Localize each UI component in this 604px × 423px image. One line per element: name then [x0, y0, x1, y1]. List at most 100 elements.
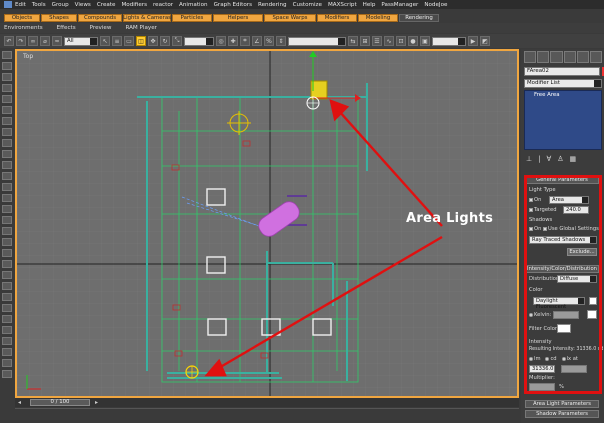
track-bar[interactable]: [15, 408, 519, 423]
tool-icon[interactable]: [2, 370, 12, 378]
remove-modifier-icon[interactable]: ♙: [557, 155, 563, 164]
tool-icon[interactable]: [2, 62, 12, 70]
render-type-dropdown[interactable]: [432, 36, 466, 46]
shadows-on-check-icon[interactable]: [529, 226, 533, 231]
tool-icon[interactable]: [2, 293, 12, 301]
tab-modeling[interactable]: Modeling: [358, 14, 398, 22]
tool-icon[interactable]: [2, 337, 12, 345]
pin-stack-icon[interactable]: ⊥: [526, 155, 532, 164]
kelvin-radio[interactable]: Kelvin:: [529, 312, 551, 318]
menu-customize[interactable]: Customize: [293, 2, 322, 8]
tool-icon[interactable]: [2, 150, 12, 158]
menu-maxscript[interactable]: MAXScript: [328, 2, 357, 8]
ram-player-button[interactable]: RAM Player: [125, 25, 157, 31]
curve-editor-icon[interactable]: ∿: [384, 36, 394, 46]
tool-icon[interactable]: [2, 271, 12, 279]
menu-create[interactable]: Create: [97, 2, 116, 8]
tab-shapes[interactable]: Shapes: [41, 14, 77, 22]
kelvin-color-swatch[interactable]: [587, 310, 597, 319]
tool-icon[interactable]: [2, 95, 12, 103]
mirror-icon[interactable]: ⇆: [348, 36, 358, 46]
show-end-result-icon[interactable]: |: [538, 155, 540, 164]
intensity-value-field[interactable]: 31336.0: [529, 365, 555, 373]
app-logo-icon[interactable]: [4, 1, 12, 8]
menu-graph-editors[interactable]: Graph Editors: [214, 2, 252, 8]
window-crossing-icon[interactable]: ◫: [136, 36, 146, 46]
distribution-dropdown[interactable]: Diffuse: [557, 275, 597, 283]
undo-icon[interactable]: ↶: [4, 36, 14, 46]
render-frame-icon[interactable]: ◩: [480, 36, 490, 46]
filter-color-swatch[interactable]: [557, 324, 571, 333]
link-icon[interactable]: ∞: [28, 36, 38, 46]
effects-button[interactable]: Effects: [57, 25, 76, 31]
targeted-check-icon[interactable]: [529, 207, 533, 212]
light-type-dropdown[interactable]: Area: [549, 196, 589, 204]
light-on-checkbox[interactable]: On: [529, 197, 541, 203]
tool-icon[interactable]: [2, 282, 12, 290]
render-setup-icon[interactable]: ▣: [420, 36, 430, 46]
menu-tools[interactable]: Tools: [32, 2, 46, 8]
spinner-snap-icon[interactable]: ⇕: [276, 36, 286, 46]
menu-help[interactable]: Help: [363, 2, 376, 8]
menu-rendering[interactable]: Rendering: [258, 2, 287, 8]
select-by-name-icon[interactable]: ≡: [112, 36, 122, 46]
kelvin-radio-icon[interactable]: [529, 312, 533, 317]
named-selection-dropdown[interactable]: [288, 36, 346, 46]
lx-distance-field[interactable]: [561, 365, 587, 373]
time-slider[interactable]: 0 / 100: [30, 399, 90, 406]
tool-icon[interactable]: [2, 194, 12, 202]
bind-icon[interactable]: ≈: [52, 36, 62, 46]
environments-button[interactable]: Environments: [4, 25, 43, 31]
use-global-check-icon[interactable]: [543, 226, 548, 231]
configure-sets-icon[interactable]: ▦: [570, 155, 577, 164]
motion-tab-icon[interactable]: [563, 51, 576, 63]
modifier-list-dropdown[interactable]: Modifier List: [524, 79, 602, 88]
tool-icon[interactable]: [2, 238, 12, 246]
schematic-view-icon[interactable]: ⊡: [396, 36, 406, 46]
tool-icon[interactable]: [2, 161, 12, 169]
menu-animation[interactable]: Animation: [179, 2, 208, 8]
viewport-label[interactable]: Top: [23, 53, 33, 60]
menu-modifiers[interactable]: Modifiers: [121, 2, 147, 8]
lm-radio-icon[interactable]: [529, 356, 533, 361]
tab-compounds[interactable]: Compounds: [78, 14, 122, 22]
tool-icon[interactable]: [2, 183, 12, 191]
snap-icon[interactable]: ⌗: [240, 36, 250, 46]
reference-coordinate-dropdown[interactable]: [184, 36, 214, 46]
targeted-distance-field[interactable]: 240.0: [563, 206, 589, 214]
rotate-icon[interactable]: ↻: [160, 36, 170, 46]
top-viewport[interactable]: Top Area Lights: [15, 49, 519, 398]
tool-icon[interactable]: [2, 216, 12, 224]
hierarchy-tab-icon[interactable]: [550, 51, 563, 63]
pivot-icon[interactable]: ◎: [216, 36, 226, 46]
kelvin-field[interactable]: [553, 311, 579, 319]
menu-reactor[interactable]: reactor: [153, 2, 173, 8]
tab-space-warps[interactable]: Space Warps: [264, 14, 316, 22]
tool-icon[interactable]: [2, 304, 12, 312]
menu-views[interactable]: Views: [75, 2, 91, 8]
material-editor-icon[interactable]: ●: [408, 36, 418, 46]
targeted-checkbox[interactable]: Targeted: [529, 207, 557, 213]
make-unique-icon[interactable]: ∀: [546, 155, 551, 164]
shadow-parameters-rollout[interactable]: Shadow Parameters: [525, 410, 599, 418]
tab-lights-cameras[interactable]: Lights & Cameras: [123, 14, 171, 22]
tool-icon[interactable]: [2, 359, 12, 367]
tool-icon[interactable]: [2, 128, 12, 136]
percent-snap-icon[interactable]: %: [264, 36, 274, 46]
selection-filter-dropdown[interactable]: All: [64, 36, 98, 46]
angle-snap-icon[interactable]: ∠: [252, 36, 262, 46]
tab-helpers[interactable]: Helpers: [213, 14, 263, 22]
align-icon[interactable]: ⊞: [360, 36, 370, 46]
exclude-button[interactable]: Exclude...: [567, 248, 597, 256]
tool-icon[interactable]: [2, 315, 12, 323]
modifier-stack[interactable]: Free Area: [524, 90, 602, 150]
tool-icon[interactable]: [2, 51, 12, 59]
next-frame-icon[interactable]: ▸: [95, 399, 98, 406]
tool-icon[interactable]: [2, 106, 12, 114]
cd-radio-icon[interactable]: [545, 356, 550, 361]
object-name-field[interactable]: FArea02: [524, 67, 600, 76]
tool-icon[interactable]: [2, 348, 12, 356]
tool-icon[interactable]: [2, 73, 12, 81]
tool-icon[interactable]: [2, 227, 12, 235]
select-manipulate-icon[interactable]: ✚: [228, 36, 238, 46]
